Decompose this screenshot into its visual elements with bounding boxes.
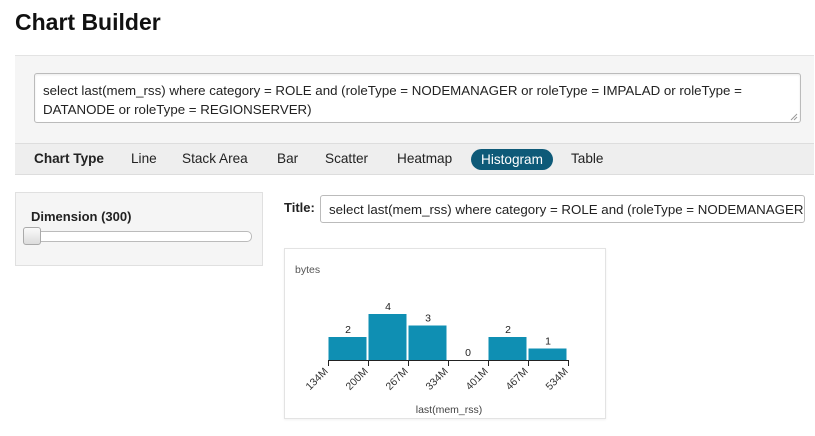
chart-type-table[interactable]: Table — [571, 144, 604, 174]
bar-value-label: 4 — [385, 301, 391, 313]
chart-type-stack-area[interactable]: Stack Area — [182, 144, 248, 174]
dimension-label: Dimension (300) — [31, 209, 132, 224]
bar-value-label: 2 — [505, 324, 511, 336]
chart-type-bar[interactable]: Bar — [277, 144, 298, 174]
title-input[interactable]: select last(mem_rss) where category = RO… — [320, 195, 805, 223]
x-tick-label: 267M — [384, 366, 411, 393]
histogram-chart: bytes 2 4 3 0 2 1 134M 200M 267M 334M 401M 467M 534M l… — [284, 248, 606, 419]
query-input[interactable]: select last(mem_rss) where category = RO… — [34, 73, 801, 123]
bar-value-label: 2 — [345, 324, 351, 336]
title-label: Title: — [284, 200, 315, 215]
histogram-bar — [328, 337, 367, 360]
chart-type-scatter[interactable]: Scatter — [325, 144, 368, 174]
bar-value-label: 3 — [425, 313, 431, 325]
x-tick-label: 334M — [424, 366, 451, 393]
dimension-panel: Dimension (300) — [15, 192, 263, 266]
chart-type-label: Chart Type — [34, 151, 104, 166]
histogram-bar — [408, 325, 447, 360]
dimension-slider-track[interactable] — [26, 231, 252, 242]
resize-grip-icon[interactable] — [790, 113, 798, 121]
histogram-bar — [368, 314, 407, 360]
chart-type-histogram[interactable]: Histogram — [471, 149, 553, 170]
x-tick-label: 200M — [344, 366, 371, 393]
x-tick-label: 401M — [464, 366, 491, 393]
bar-value-label: 1 — [545, 336, 551, 348]
histogram-bar — [528, 348, 567, 360]
query-panel: select last(mem_rss) where category = RO… — [15, 55, 814, 143]
x-tick-label: 467M — [504, 366, 531, 393]
bar-value-label: 0 — [465, 347, 471, 359]
chart-type-bar: Chart Type Line Stack Area Bar Scatter H… — [15, 143, 814, 175]
dimension-slider-handle[interactable] — [23, 227, 41, 245]
histogram-svg: bytes 2 4 3 0 2 1 134M 200M 267M 334M 401M 467M 534M l… — [295, 264, 571, 416]
y-axis-label: bytes — [295, 264, 320, 276]
x-tick-label: 134M — [304, 366, 331, 393]
histogram-bar — [488, 337, 527, 360]
x-axis-title: last(mem_rss) — [416, 404, 483, 416]
x-tick-label: 534M — [544, 366, 571, 393]
chart-type-heatmap[interactable]: Heatmap — [397, 144, 452, 174]
page-title: Chart Builder — [15, 9, 161, 35]
chart-type-line[interactable]: Line — [131, 144, 157, 174]
